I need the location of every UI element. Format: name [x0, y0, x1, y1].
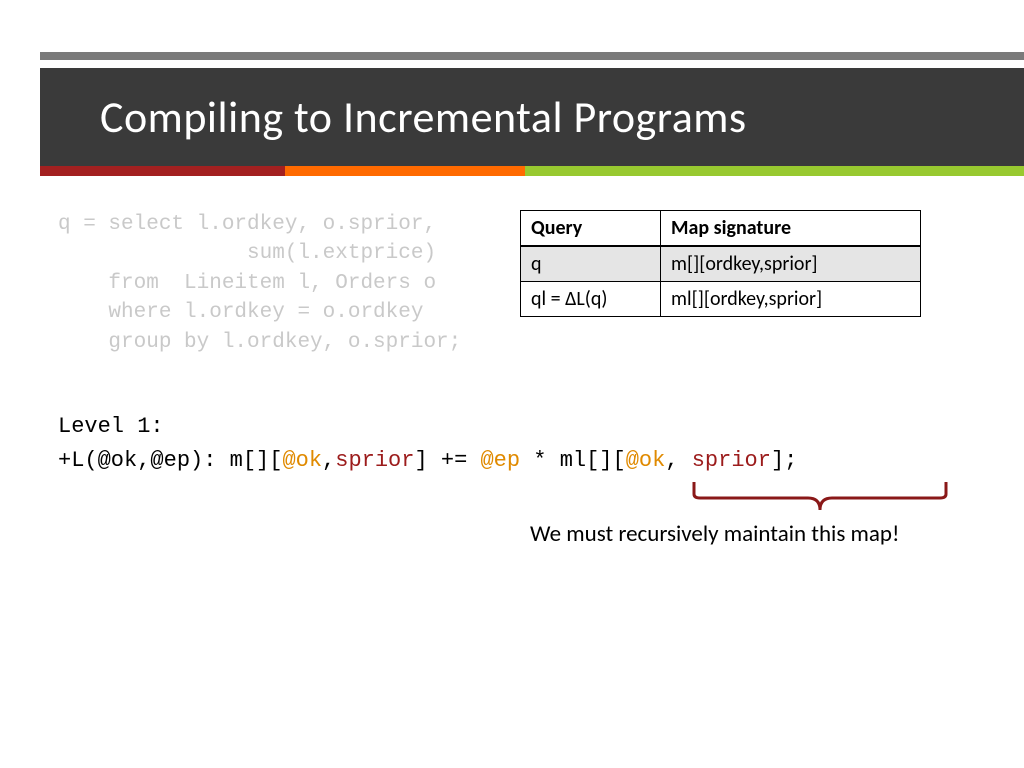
- code-piece: ,: [665, 448, 691, 473]
- table-cell: ml[][ordkey,sprior]: [661, 282, 921, 317]
- code-piece: * ml[][: [520, 448, 626, 473]
- sql-query-block: q = select l.ordkey, o.sprior, sum(l.ext…: [58, 210, 461, 357]
- token-ok: @ok: [626, 448, 666, 473]
- slide: Compiling to Incremental Programs q = se…: [0, 0, 1024, 768]
- level-code-block: Level 1: +L(@ok,@ep): m[][@ok,sprior] +=…: [58, 410, 797, 478]
- table-cell: q: [521, 246, 661, 282]
- code-piece: +L(@ok,@ep): m[][: [58, 448, 282, 473]
- brace-annotation: [690, 480, 950, 521]
- sql-line-4: where l.ordkey = o.ordkey: [58, 301, 423, 324]
- table-header-mapsig: Map signature: [661, 211, 921, 247]
- header-thin-bar: [40, 52, 1024, 60]
- sql-line-3: from Lineitem l, Orders o: [58, 272, 436, 295]
- stripe-green: [525, 166, 1024, 176]
- stripe-orange: [285, 166, 525, 176]
- header-band: Compiling to Incremental Programs: [40, 68, 1024, 166]
- stripe-red: [40, 166, 285, 176]
- sql-line-5: group by l.ordkey, o.sprior;: [58, 331, 461, 354]
- token-sprior: sprior: [692, 448, 771, 473]
- code-piece: ];: [771, 448, 797, 473]
- sql-line-1: q = select l.ordkey, o.sprior,: [58, 213, 436, 236]
- code-piece: ] +=: [414, 448, 480, 473]
- map-signature-table: Query Map signature q m[][ordkey,sprior]…: [520, 210, 921, 317]
- slide-title: Compiling to Incremental Programs: [100, 90, 747, 144]
- header-stripe: [40, 166, 1024, 176]
- table-row: q m[][ordkey,sprior]: [521, 246, 921, 282]
- token-ep: @ep: [480, 448, 520, 473]
- table-header-query: Query: [521, 211, 661, 247]
- table-cell: ql = ΔL(q): [521, 282, 661, 317]
- token-sprior: sprior: [335, 448, 414, 473]
- code-piece: ,: [322, 448, 335, 473]
- curly-brace-icon: [690, 480, 950, 516]
- table-cell: m[][ordkey,sprior]: [661, 246, 921, 282]
- annotation-caption: We must recursively maintain this map!: [530, 520, 900, 548]
- level-label: Level 1:: [58, 414, 164, 439]
- table-row: ql = ΔL(q) ml[][ordkey,sprior]: [521, 282, 921, 317]
- token-ok: @ok: [282, 448, 322, 473]
- sql-line-2: sum(l.extprice): [58, 242, 436, 265]
